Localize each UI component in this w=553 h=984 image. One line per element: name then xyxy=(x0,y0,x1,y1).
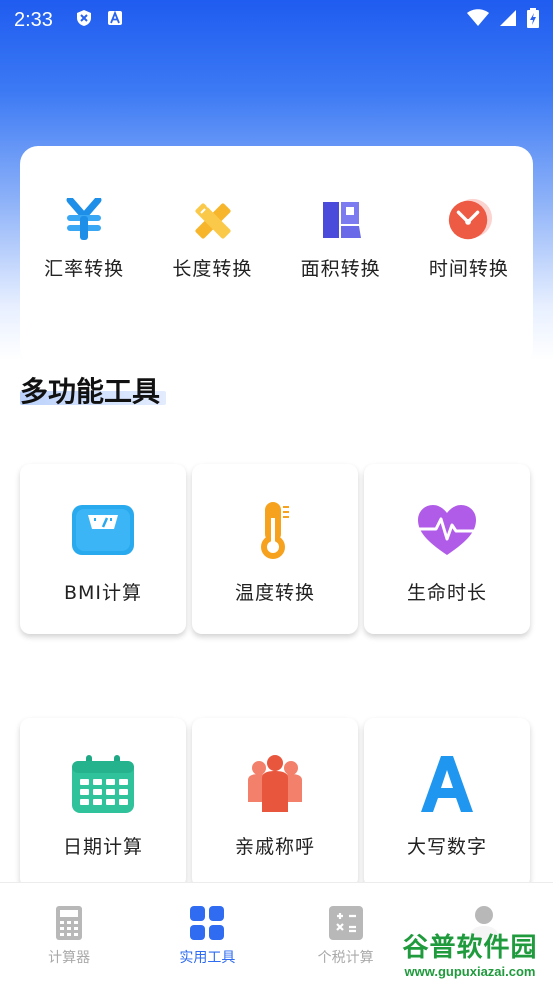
nav-tax[interactable]: 个税计算 xyxy=(291,905,401,984)
tool-label: 大写数字 xyxy=(406,836,487,858)
status-bar: 2:33 xyxy=(0,0,553,40)
converter-label: 面积转换 xyxy=(300,258,381,280)
calculator-icon xyxy=(51,905,87,941)
converter-time[interactable]: 时间转换 xyxy=(414,196,524,281)
converter-label: 长度转换 xyxy=(172,258,253,280)
converter-exchange-rate[interactable]: 汇率转换 xyxy=(29,196,139,281)
ruler-pencil-icon xyxy=(188,196,236,244)
people-icon xyxy=(242,754,308,814)
nav-label: 实用工具 xyxy=(179,950,236,966)
yen-icon xyxy=(60,196,108,244)
tool-label: 亲戚称呼 xyxy=(234,836,315,858)
wifi-icon xyxy=(467,9,489,31)
tool-temperature[interactable]: 温度转换 xyxy=(192,464,358,634)
tool-bmi[interactable]: BMI计算 xyxy=(20,464,186,634)
tool-relatives[interactable]: 亲戚称呼 xyxy=(192,718,358,888)
converter-label: 时间转换 xyxy=(428,258,509,280)
tool-uppercase-number[interactable]: 大写数字 xyxy=(364,718,530,888)
thermometer-icon xyxy=(242,500,308,560)
watermark-title: 谷普软件园 xyxy=(402,933,538,963)
tool-date[interactable]: 日期计算 xyxy=(20,718,186,888)
tool-label: 温度转换 xyxy=(234,582,315,604)
watermark: 谷普软件园 www.gupuxiazai.com xyxy=(387,925,553,981)
section-title: 多功能工具 xyxy=(20,375,161,408)
tool-grid: BMI计算 温度转换 生命时长 日期计算 亲戚称呼 大写数字 xyxy=(20,464,533,888)
converter-length[interactable]: 长度转换 xyxy=(157,196,267,281)
nav-tools[interactable]: 实用工具 xyxy=(152,905,262,984)
nav-label: 计算器 xyxy=(48,950,91,966)
shield-icon xyxy=(75,9,93,31)
calendar-icon xyxy=(70,754,136,814)
tool-label: 日期计算 xyxy=(62,836,143,858)
area-icon xyxy=(317,196,365,244)
watermark-url: www.gupuxiazai.com xyxy=(404,964,536,979)
nav-label: 个税计算 xyxy=(317,950,374,966)
tax-icon xyxy=(328,905,364,941)
nav-calculator[interactable]: 计算器 xyxy=(14,905,124,984)
tool-label: 生命时长 xyxy=(406,582,487,604)
converter-card: 汇率转换 长度转换 面积转换 时间转换 xyxy=(20,146,533,366)
tool-label: BMI计算 xyxy=(63,582,143,604)
heart-pulse-icon xyxy=(414,500,480,560)
tool-lifespan[interactable]: 生命时长 xyxy=(364,464,530,634)
converter-area[interactable]: 面积转换 xyxy=(286,196,396,281)
scale-icon xyxy=(70,500,136,560)
letter-a-icon xyxy=(414,754,480,814)
battery-icon xyxy=(527,8,539,32)
clock-icon xyxy=(445,196,493,244)
a-icon xyxy=(107,10,123,30)
signal-icon xyxy=(499,9,517,31)
converter-label: 汇率转换 xyxy=(44,258,125,280)
status-time: 2:33 xyxy=(14,8,53,31)
grid-icon xyxy=(189,905,225,941)
